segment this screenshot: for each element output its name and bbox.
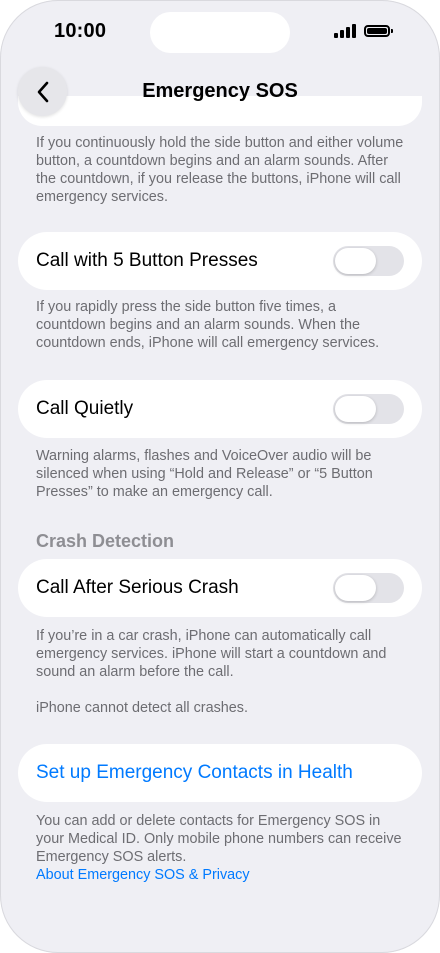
hold-release-footer: If you continuously hold the side button… (36, 135, 404, 205)
call-quietly-label: Call Quietly (36, 398, 134, 419)
dynamic-island (150, 12, 290, 53)
five-press-label: Call with 5 Button Presses (36, 250, 258, 271)
status-icons (334, 24, 393, 38)
contacts-footer: You can add or delete contacts for Emerg… (36, 812, 408, 884)
toggle-knob (335, 575, 376, 601)
toggle-knob (335, 248, 376, 274)
emergency-contacts-link[interactable]: Set up Emergency Contacts in Health (36, 762, 353, 784)
five-press-footer: If you rapidly press the side button fiv… (36, 299, 380, 351)
call-quietly-toggle[interactable] (333, 394, 404, 424)
cellular-signal-icon (334, 24, 356, 38)
five-press-row: Call with 5 Button Presses (18, 232, 422, 290)
status-time: 10:00 (54, 20, 107, 42)
battery-icon (364, 25, 393, 37)
crash-footer-note: iPhone cannot detect all crashes. (36, 700, 248, 716)
crash-toggle[interactable] (333, 573, 404, 603)
contacts-footer-text: You can add or delete contacts for Emerg… (36, 813, 402, 865)
crash-label: Call After Serious Crash (36, 577, 239, 598)
five-press-toggle[interactable] (333, 246, 404, 276)
call-quietly-footer: Warning alarms, flashes and VoiceOver au… (36, 448, 373, 500)
call-quietly-row: Call Quietly (18, 380, 422, 438)
crash-footer: If you’re in a car crash, iPhone can aut… (36, 628, 387, 680)
crash-row: Call After Serious Crash (18, 559, 422, 617)
emergency-contacts-row[interactable]: Set up Emergency Contacts in Health (18, 744, 422, 802)
phone-screen: 10:00 Emergency SOS If you continuously … (0, 0, 440, 953)
toggle-knob (335, 396, 376, 422)
page-title: Emergency SOS (142, 80, 298, 102)
crash-detection-header: Crash Detection (36, 531, 175, 551)
privacy-link[interactable]: About Emergency SOS & Privacy (36, 866, 408, 884)
